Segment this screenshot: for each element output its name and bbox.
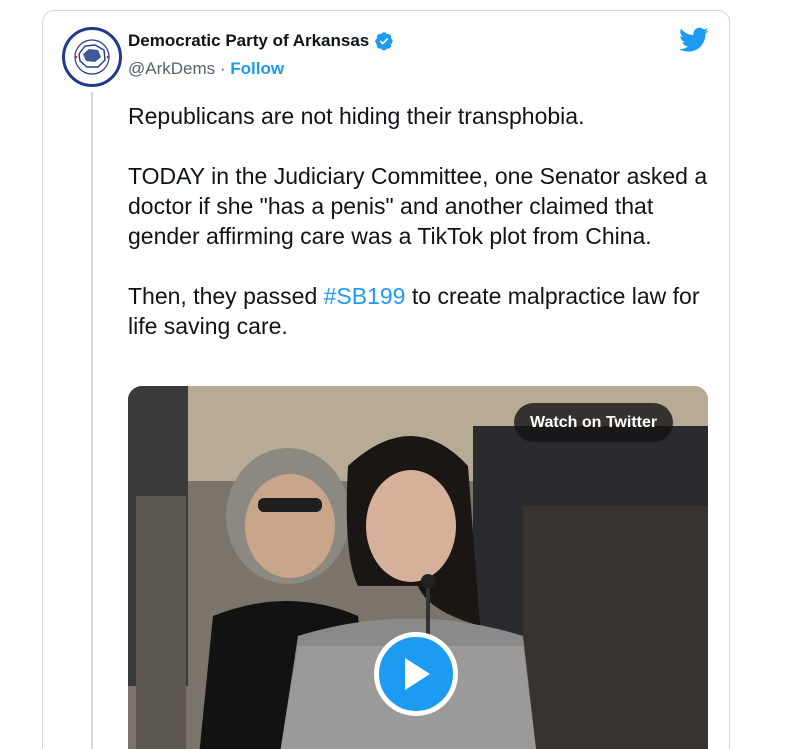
tweet-paragraph-2: TODAY in the Judiciary Committee, one Se… xyxy=(128,163,708,249)
follow-button[interactable]: Follow xyxy=(230,59,284,78)
author-row: Democratic Party of Arkansas xyxy=(128,31,394,51)
tweet-text: Republicans are not hiding their transph… xyxy=(128,101,718,371)
tweet-paragraph-3-prefix: Then, they passed xyxy=(128,283,324,309)
verified-badge-icon xyxy=(375,32,394,51)
author-name[interactable]: Democratic Party of Arkansas xyxy=(128,31,369,51)
tweet-paragraph-1: Republicans are not hiding their transph… xyxy=(128,103,585,129)
watch-on-twitter-button[interactable]: Watch on Twitter xyxy=(514,403,674,442)
avatar[interactable] xyxy=(62,27,122,87)
play-button[interactable] xyxy=(374,632,458,716)
handle-separator: · xyxy=(215,59,231,78)
play-icon xyxy=(405,658,430,690)
handle-row: @ArkDems · Follow xyxy=(128,59,284,79)
tweet-paragraph-3: Then, they passed #SB199 to create malpr… xyxy=(128,281,718,341)
party-logo-icon xyxy=(66,31,118,83)
hashtag-link[interactable]: #SB199 xyxy=(324,283,406,309)
author-handle[interactable]: @ArkDems xyxy=(128,59,215,78)
thread-line xyxy=(91,92,93,749)
twitter-bird-icon[interactable] xyxy=(679,27,709,53)
